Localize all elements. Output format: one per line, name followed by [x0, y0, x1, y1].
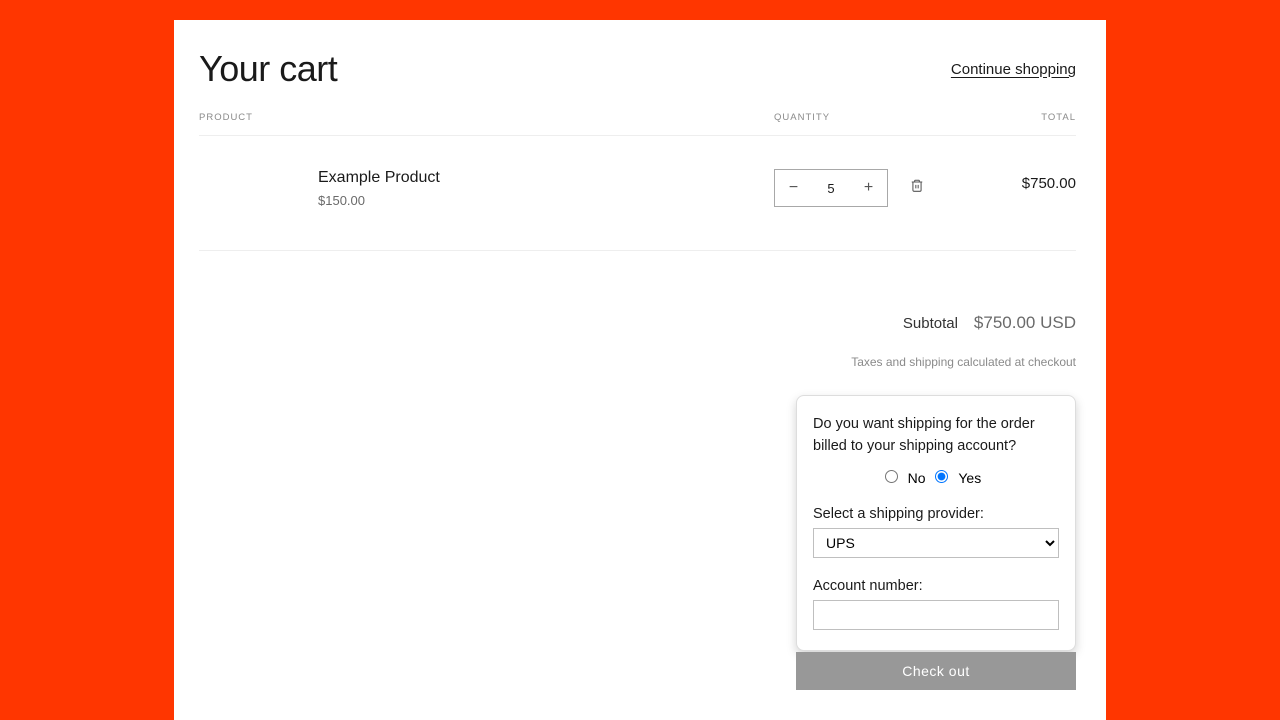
product-name: Example Product: [318, 169, 774, 187]
quantity-stepper: − 5 +: [774, 169, 888, 207]
trash-icon[interactable]: [910, 178, 924, 198]
shipping-provider-select[interactable]: UPS: [813, 528, 1059, 558]
product-unit-price: $150.00: [318, 193, 774, 208]
provider-label: Select a shipping provider:: [813, 506, 1059, 522]
continue-shopping-link[interactable]: Continue shopping: [951, 61, 1076, 78]
radio-no-label[interactable]: No: [908, 470, 926, 486]
radio-yes-label[interactable]: Yes: [958, 470, 981, 486]
tax-shipping-note: Taxes and shipping calculated at checkou…: [199, 355, 1076, 369]
line-total: $750.00: [924, 169, 1076, 192]
radio-yes[interactable]: [935, 470, 948, 483]
cart-header: Your cart Continue shopping: [199, 48, 1076, 90]
subtotal-label: Subtotal: [903, 315, 958, 332]
col-quantity: QUANTITY: [774, 112, 924, 123]
radio-no[interactable]: [885, 470, 898, 483]
col-total: TOTAL: [924, 112, 1076, 123]
shipping-question: Do you want shipping for the order bille…: [813, 413, 1059, 458]
increase-qty-button[interactable]: +: [850, 170, 887, 206]
cart-table-header: PRODUCT QUANTITY TOTAL: [199, 112, 1076, 136]
quantity-value[interactable]: 5: [812, 181, 850, 196]
col-product: PRODUCT: [199, 112, 774, 123]
cart-line-item: Example Product $150.00 − 5 + $750.00: [199, 136, 1076, 251]
checkout-button[interactable]: Check out: [796, 652, 1076, 690]
subtotal-value: $750.00 USD: [974, 313, 1076, 333]
cart-page: Your cart Continue shopping PRODUCT QUAN…: [174, 20, 1106, 720]
quantity-controls: − 5 +: [774, 169, 924, 207]
page-title: Your cart: [199, 48, 337, 90]
shipping-radio-group: No Yes: [813, 470, 1059, 486]
cart-summary: Subtotal $750.00 USD Taxes and shipping …: [199, 313, 1076, 369]
decrease-qty-button[interactable]: −: [775, 170, 812, 206]
shipping-account-panel: Do you want shipping for the order bille…: [796, 395, 1076, 651]
account-number-label: Account number:: [813, 578, 1059, 594]
product-info: Example Product $150.00: [199, 169, 774, 208]
account-number-input[interactable]: [813, 600, 1059, 630]
